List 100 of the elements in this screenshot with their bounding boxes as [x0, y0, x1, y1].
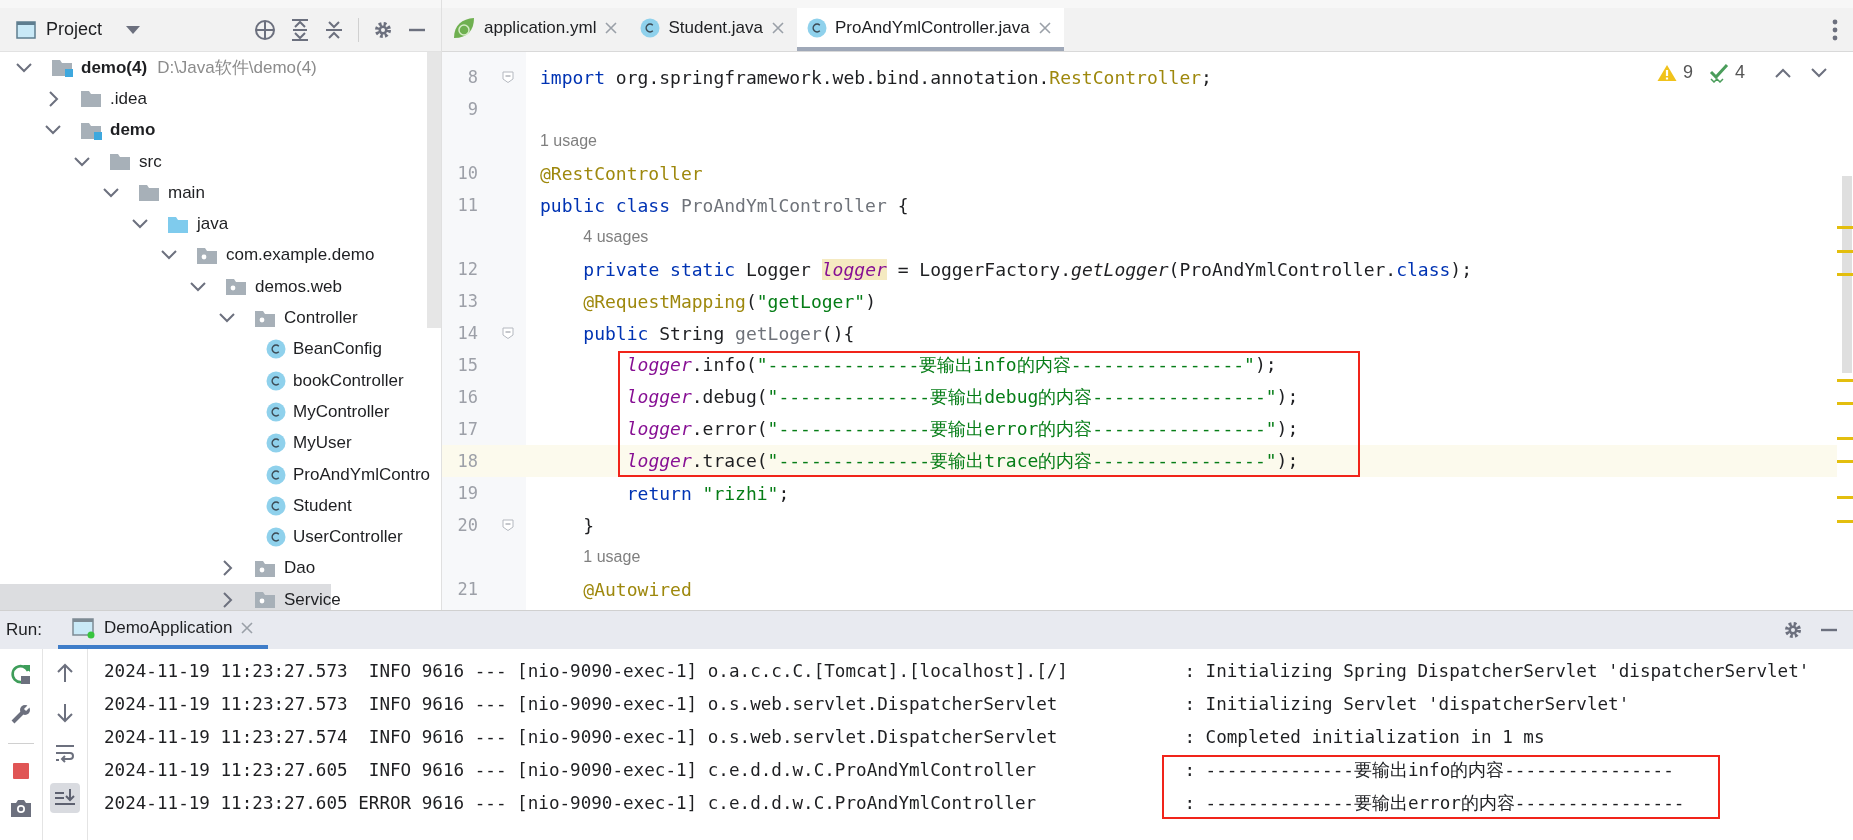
tree-item[interactable]: demos.web: [255, 276, 342, 297]
stop-icon[interactable]: [12, 762, 30, 780]
log-message: : Completed initialization in 1 ms: [1184, 726, 1545, 747]
module-folder-icon: [51, 57, 74, 79]
tree-item[interactable]: src: [139, 151, 162, 172]
tree-item[interactable]: Student: [293, 495, 352, 516]
code-line: private static Logger logger = LoggerFactory.getLogger(ProAndYmlController.class);: [583, 258, 1473, 280]
chevron-down-icon[interactable]: [188, 280, 208, 293]
more-icon[interactable]: [1831, 18, 1839, 41]
scrollbar-thumb[interactable]: [427, 52, 441, 328]
tree-item[interactable]: .idea: [110, 88, 147, 109]
check-icon[interactable]: [1709, 62, 1729, 83]
class-icon: [266, 370, 286, 391]
line-number: 20: [456, 515, 479, 535]
tree-item[interactable]: BeanConfig: [293, 339, 382, 360]
chevron-down-icon[interactable]: [159, 249, 179, 262]
code-line: @RestController: [540, 162, 703, 184]
warning-count[interactable]: 9: [1682, 62, 1693, 83]
chevron-down-icon[interactable]: [101, 186, 121, 199]
line-number: 12: [456, 259, 479, 279]
code-line: return "rizhi";: [626, 482, 790, 504]
weak-warning-count[interactable]: 4: [1735, 62, 1745, 83]
tree-item[interactable]: Service: [284, 589, 341, 610]
tree-item[interactable]: demo(4): [81, 57, 148, 78]
chevron-down-icon[interactable]: [43, 124, 63, 137]
close-icon[interactable]: [604, 20, 619, 35]
log-source: 2024-11-19 11:23:27.573 INFO 9616 --- [nio-9090-exec-1] o.a.c.c.C.[Tomcat].[localhost].[/]: [104, 660, 1069, 681]
editor-tab[interactable]: ProAndYmlController.java: [796, 8, 1064, 51]
log-source: 2024-11-19 11:23:27.574 INFO 9616 --- [nio-9090-exec-1] o.s.web.servlet.DispatcherServlet: [104, 726, 1059, 747]
editor-tab[interactable]: application.yml: [442, 8, 631, 51]
chevron-down-icon[interactable]: [130, 218, 150, 231]
line-number: 15: [456, 355, 479, 375]
tree-item[interactable]: MyController: [293, 401, 390, 422]
chevron-up-icon[interactable]: [1775, 67, 1791, 78]
class-icon: [640, 17, 661, 38]
rerun-icon[interactable]: [10, 663, 32, 685]
app-window-icon: [71, 617, 96, 639]
code-line: public String getLoger(){: [583, 322, 855, 344]
code-line: logger.debug("--------------要输出debug的内容----------------");: [626, 385, 1299, 409]
settings-icon[interactable]: [1783, 620, 1803, 640]
log-message: : --------------要输出info的内容----------------: [1184, 758, 1674, 782]
wrench-icon[interactable]: [10, 703, 32, 725]
line-number: 11: [456, 195, 479, 215]
line-number: 17: [456, 419, 479, 439]
panel-label: Run:: [6, 620, 42, 640]
code-line: @Autowired: [583, 578, 692, 600]
tree-item[interactable]: com.example.demo: [226, 245, 375, 266]
class-icon: [266, 464, 286, 485]
line-number: 13: [456, 291, 479, 311]
tree-item[interactable]: main: [168, 182, 205, 203]
arrow-down-icon[interactable]: [56, 703, 74, 723]
chevron-down-icon[interactable]: [14, 61, 34, 74]
tree-item[interactable]: UserController: [293, 527, 403, 548]
class-icon: [266, 401, 286, 422]
tree-item[interactable]: bookController: [293, 370, 404, 391]
package-folder-icon: [254, 589, 277, 610]
tree-item[interactable]: java: [197, 214, 229, 235]
line-number: 21: [456, 579, 479, 599]
class-icon: [806, 17, 827, 38]
close-icon[interactable]: [770, 20, 785, 35]
run-tab[interactable]: DemoApplication: [57, 611, 269, 649]
usage-hint: 4 usages: [583, 228, 649, 246]
class-icon: [266, 339, 286, 360]
folder-icon: [109, 151, 132, 173]
soft-wrap-icon[interactable]: [54, 743, 76, 763]
tree-item[interactable]: ProAndYmlContro: [293, 464, 430, 485]
tree-item[interactable]: Controller: [284, 308, 358, 328]
tree-item[interactable]: MyUser: [293, 433, 352, 454]
tree-item[interactable]: demo: [110, 120, 156, 141]
usage-hint: 1 usage: [540, 132, 597, 150]
log-source: 2024-11-19 11:23:27.605 ERROR 9616 --- [nio-9090-exec-1] c.e.d.d.w.C.ProAndYmlController: [104, 792, 1038, 813]
tree-item[interactable]: Dao: [284, 558, 316, 579]
folder-icon: [80, 88, 103, 110]
line-number: 8: [466, 67, 479, 87]
code-line: public class ProAndYmlController {: [540, 194, 909, 216]
locate-icon[interactable]: [254, 18, 276, 41]
log-message: : Initializing Servlet 'dispatcherServlet': [1184, 693, 1630, 714]
close-icon[interactable]: [1037, 20, 1052, 35]
editor-tab[interactable]: Student.java: [630, 8, 797, 51]
usage-hint: 1 usage: [583, 548, 641, 566]
chevron-down-icon[interactable]: [1811, 67, 1827, 78]
scroll-to-end-icon[interactable]: [50, 783, 80, 813]
code-line: logger.trace("--------------要输出trace的内容----------------");: [626, 449, 1299, 473]
chevron-down-icon[interactable]: [217, 312, 237, 324]
panel-title[interactable]: Project: [46, 19, 103, 40]
path-label: D:\Java软件\demo(4): [157, 57, 317, 80]
arrow-up-icon[interactable]: [56, 663, 74, 683]
code-line: }: [583, 514, 595, 536]
line-number: 9: [466, 99, 479, 119]
line-number: 18: [456, 451, 479, 471]
settings-icon[interactable]: [373, 19, 393, 40]
class-icon: [266, 495, 286, 516]
class-icon: [266, 527, 286, 548]
package-folder-icon: [225, 276, 248, 298]
collapse-all-icon[interactable]: [324, 18, 344, 41]
expand-all-icon[interactable]: [290, 18, 310, 41]
chevron-down-icon[interactable]: [72, 155, 92, 168]
dropdown-caret-icon[interactable]: [126, 25, 141, 34]
code-line: import org.springframework.web.bind.annotation.RestController;: [540, 66, 1212, 88]
camera-icon[interactable]: [10, 798, 32, 818]
